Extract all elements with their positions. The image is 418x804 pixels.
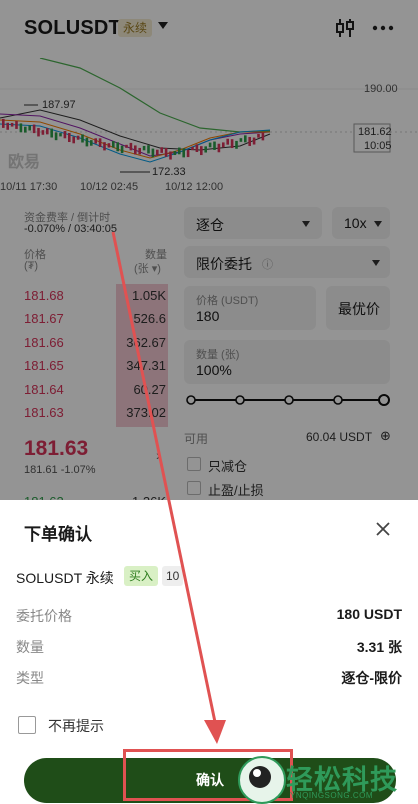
watermark-logo: [238, 756, 286, 804]
row-value: 3.31 张: [356, 639, 402, 655]
row-value: 180 USDT: [336, 606, 402, 622]
row-value: 逐仓-限价: [341, 670, 402, 686]
no-remind-checkbox[interactable]: [18, 716, 36, 734]
leverage-badge: 10: [162, 566, 184, 586]
side-badge: 买入: [124, 566, 159, 586]
close-icon[interactable]: [374, 520, 392, 538]
row-label: 委托价格: [16, 608, 72, 624]
no-remind-label: 不再提示: [48, 718, 104, 734]
modal-backdrop[interactable]: [0, 0, 418, 500]
row-label: 数量: [16, 639, 44, 655]
row-label: 类型: [16, 670, 44, 686]
watermark-sub: YNQINGSONG.COM: [290, 791, 374, 800]
sheet-title: 下单确认: [24, 525, 92, 544]
confirm-symbol: SOLUSDT 永续: [16, 570, 114, 586]
